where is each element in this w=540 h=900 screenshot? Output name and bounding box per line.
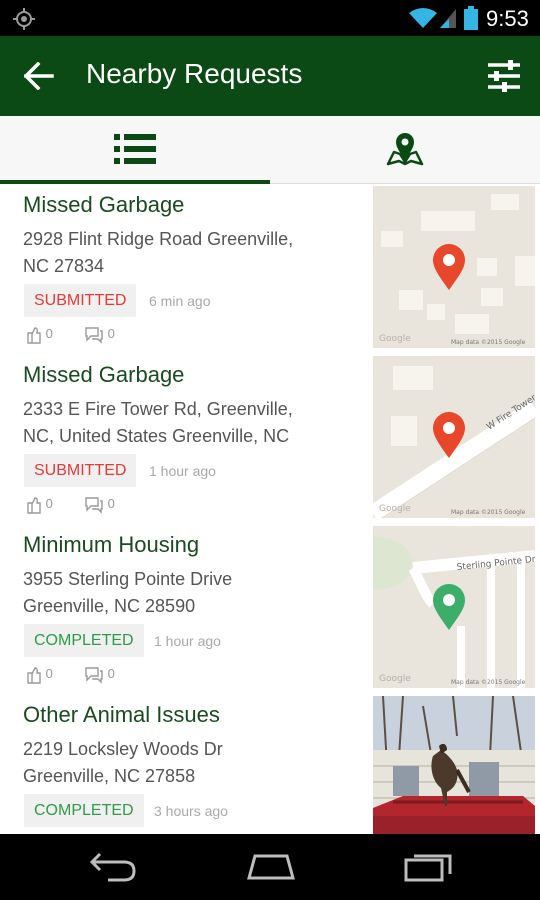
comments-count[interactable]: 0 (84, 496, 115, 514)
time-ago: 6 min ago (149, 293, 211, 309)
thumbs-icon (27, 327, 41, 344)
svg-text:Google: Google (379, 334, 411, 344)
list-icon (114, 134, 156, 164)
request-address: 3955 Sterling Pointe Drive Greenville, N… (23, 569, 233, 616)
tab-list[interactable] (0, 116, 270, 184)
nav-home-icon[interactable] (245, 852, 297, 880)
thumbs-icon (27, 667, 41, 684)
svg-text:Map data ©2015 Google: Map data ©2015 Google (451, 679, 526, 686)
request-title: Missed Garbage (23, 362, 185, 387)
status-badge: SUBMITTED (24, 284, 137, 317)
request-title: Missed Garbage (23, 192, 185, 217)
svg-text:Map data ©2015 Google: Map data ©2015 Google (451, 509, 526, 516)
comment-icon (85, 497, 103, 514)
time-ago: 3 hours ago (154, 803, 228, 819)
list-item[interactable]: Missed Garbage 2333 E Fire Tower Rd, Gre… (0, 354, 540, 524)
clock: 9:53 (486, 6, 529, 31)
svg-text:Map data ©2015 Google: Map data ©2015 Google (451, 339, 526, 346)
list-item[interactable]: Missed Garbage 2928 Flint Ridge Road Gre… (0, 184, 540, 354)
request-list: Missed Garbage 2928 Flint Ridge Road Gre… (0, 184, 540, 834)
request-title: Other Animal Issues (23, 702, 220, 727)
wifi-icon (409, 8, 437, 28)
time-ago: 1 hour ago (154, 633, 221, 649)
status-badge: COMPLETED (24, 794, 144, 827)
nav-back-icon[interactable] (88, 852, 138, 882)
request-address: 2333 E Fire Tower Rd, Greenville, NC, Un… (23, 399, 293, 446)
sliders-icon[interactable] (486, 58, 522, 94)
map-thumbnail[interactable]: Sterling Pointe Dr Google Map data ©2015… (373, 526, 535, 688)
status-badge: SUBMITTED (24, 454, 137, 487)
request-title: Minimum Housing (23, 532, 200, 557)
photo-thumbnail[interactable] (373, 696, 535, 834)
app-bar: Nearby Requests (0, 36, 540, 116)
map-thumbnail[interactable]: Google Map data ©2015 Google (373, 186, 535, 348)
comment-icon (85, 667, 103, 684)
system-nav-bar (0, 834, 540, 900)
map-thumbnail[interactable]: W Fire Tower Google Map data ©2015 Googl… (373, 356, 535, 518)
comment-icon (85, 327, 103, 344)
comments-count[interactable]: 0 (84, 326, 115, 344)
list-item[interactable]: Minimum Housing 3955 Sterling Pointe Dri… (0, 524, 540, 694)
arrow-back-icon[interactable] (24, 62, 54, 90)
signal-icon (440, 9, 456, 28)
thumbs-icon (27, 497, 41, 514)
location-icon (13, 8, 35, 30)
page-title: Nearby Requests (86, 58, 303, 89)
request-address: 2928 Flint Ridge Road Greenville, NC 278… (23, 229, 294, 276)
status-badge: COMPLETED (24, 624, 144, 657)
map-pin-icon (386, 133, 424, 166)
battery-icon (464, 6, 478, 30)
nav-recents-icon[interactable] (404, 852, 454, 882)
svg-text:Google: Google (379, 674, 411, 684)
votes-count[interactable]: 0 (26, 496, 53, 514)
status-bar: 9:53 (0, 0, 540, 36)
list-item[interactable]: Other Animal Issues 2219 Locksley Woods … (0, 694, 540, 834)
comments-count[interactable]: 0 (84, 666, 115, 684)
svg-text:Google: Google (379, 504, 411, 514)
request-address: 2219 Locksley Woods Dr Greenville, NC 27… (23, 739, 223, 786)
view-tabs (0, 116, 540, 184)
tab-map[interactable] (270, 116, 540, 184)
time-ago: 1 hour ago (149, 463, 216, 479)
votes-count[interactable]: 0 (26, 666, 53, 684)
votes-count[interactable]: 0 (26, 326, 53, 344)
